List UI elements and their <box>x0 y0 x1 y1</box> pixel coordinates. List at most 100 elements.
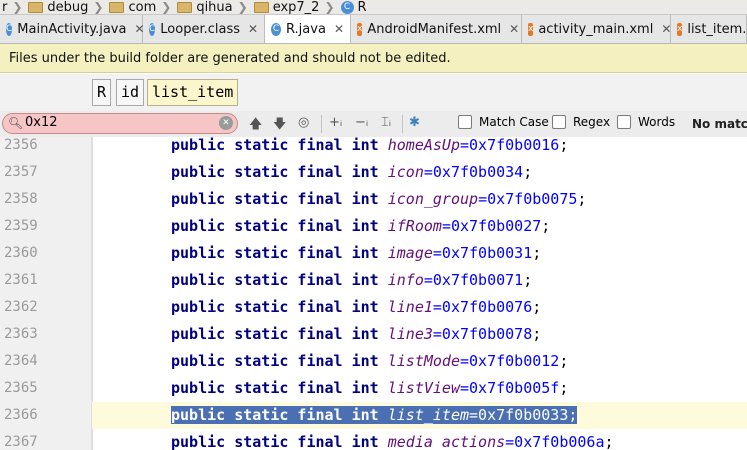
code-line[interactable]: 2357 public static final int icon=0x7f0b0… <box>0 159 747 186</box>
code-line[interactable]: 2364 public static final int listMode=0x7… <box>0 348 747 375</box>
code-statement: public static final int info=0x7f0b0071; <box>171 271 532 289</box>
find-all-icon[interactable]: ◎ <box>298 115 309 130</box>
chevron-right-icon: ❯ <box>93 0 104 14</box>
breadcrumb-item-debug[interactable]: debug ❯ <box>22 0 104 14</box>
folder-icon <box>253 1 269 13</box>
field-name: ifRoom <box>387 217 442 235</box>
code-keywords: public static final int <box>171 190 388 208</box>
search-icon[interactable]: 🔍︎ <box>8 116 23 130</box>
line-number: 2357 <box>4 164 38 180</box>
editor-tabs: C MainActivity.java ✕ C Looper.class ✕ C R.ja… <box>0 15 747 44</box>
code-statement: public static final int listView=0x7f0b0… <box>171 379 568 397</box>
line-number: 2365 <box>4 380 38 396</box>
line-number: 2358 <box>4 191 38 207</box>
code-statement: public static final int ifRoom=0x7f0b002… <box>171 217 550 235</box>
code-line[interactable]: 2366 public static final int list_item=0x… <box>0 402 747 429</box>
tab-label: AndroidManifest.xml <box>367 21 502 37</box>
close-icon[interactable]: ✕ <box>509 22 519 36</box>
checkbox-box <box>617 115 631 129</box>
code-line[interactable]: 2358 public static final int icon_group=0… <box>0 186 747 213</box>
field-value: =0x7f0b0071 <box>423 271 524 289</box>
search-value: 0x12 <box>25 115 58 130</box>
tab-label: MainActivity.java <box>17 21 127 37</box>
xml-file-icon: x <box>357 22 363 36</box>
code-keywords: public static final int <box>171 352 388 370</box>
arrow-up-icon[interactable]: 🡅 <box>249 115 262 137</box>
arrow-down-icon[interactable]: 🡇 <box>273 115 286 137</box>
tab-mainactivity[interactable]: C MainActivity.java ✕ <box>0 15 145 43</box>
folder-icon <box>177 1 193 13</box>
checkbox-box <box>458 115 472 129</box>
semicolon: ; <box>559 137 569 154</box>
field-value: =0x7f0b0033 <box>469 406 569 424</box>
line-number: 2363 <box>4 326 38 342</box>
close-icon[interactable]: ✕ <box>661 22 671 36</box>
code-keywords: public static final int <box>171 325 388 343</box>
tab-r-java[interactable]: C R.java ✕ <box>265 15 351 43</box>
semicolon: ; <box>541 217 551 235</box>
breadcrumb-label: qihua <box>196 0 233 15</box>
code-text: public static final int icon=0x7f0b0034; <box>171 159 532 186</box>
code-line[interactable]: 2363 public static final int line3=0x7f0b… <box>0 321 747 348</box>
semicolon: ; <box>523 163 533 181</box>
divider <box>321 115 322 133</box>
breadcrumb-item-exp7_2[interactable]: exp7_2 ❯ <box>248 0 335 15</box>
code-line[interactable]: 2367 public static final int media_action… <box>0 429 747 450</box>
breadcrumb-item-R[interactable]: CR <box>335 0 367 14</box>
code-text: public static final int listView=0x7f0b0… <box>171 375 568 402</box>
path-tag-id[interactable]: id <box>116 79 145 106</box>
settings-icon[interactable]: ✱ <box>409 115 420 130</box>
tab-label: list_item.x <box>687 21 747 37</box>
breadcrumb-label: exp7_2 <box>272 0 320 15</box>
select-all-occurrences-icon[interactable]: ⌶ᵢ <box>381 115 391 130</box>
regex-checkbox[interactable]: Regex <box>552 115 610 129</box>
code-keywords: public static final int <box>171 406 388 424</box>
code-statement: public static final int listMode=0x7f0b0… <box>171 352 568 370</box>
code-line[interactable]: 2362 public static final int line1=0x7f0b… <box>0 294 747 321</box>
add-occurrence-icon[interactable]: +ᵢ <box>329 115 342 130</box>
breadcrumb-item-qihua[interactable]: qihua ❯ <box>171 0 248 15</box>
field-value: =0x7f0b006a <box>505 433 605 450</box>
line-number: 2360 <box>4 245 38 261</box>
close-icon[interactable]: ✕ <box>248 22 258 36</box>
code-line[interactable]: 2361 public static final int info=0x7f0b0… <box>0 267 747 294</box>
path-tag-list-item[interactable]: list_item <box>147 79 239 106</box>
field-name: media_actions <box>387 433 506 450</box>
semicolon: ; <box>532 298 542 316</box>
generated-file-notice: Files under the build folder are generat… <box>0 44 747 73</box>
breadcrumb-item-com[interactable]: com ❯ <box>103 0 172 14</box>
code-editor[interactable]: 2356 public static final int homeAsUp=0x7… <box>0 137 747 450</box>
tab-looper[interactable]: C Looper.class ✕ <box>143 15 265 43</box>
element-path-bar: R id list_item <box>0 74 747 112</box>
tab-androidmanifest[interactable]: x AndroidManifest.xml ✕ <box>351 15 522 43</box>
path-tag-r[interactable]: R <box>92 79 112 106</box>
tab-list-item[interactable]: x list_item.x <box>671 15 747 43</box>
semicolon: ; <box>577 190 587 208</box>
chevron-right-icon: ❯ <box>161 0 172 14</box>
code-line[interactable]: 2365 public static final int listView=0x7… <box>0 375 747 402</box>
remove-occurrence-icon[interactable]: −ᵢ <box>355 115 368 130</box>
breadcrumb-item-r[interactable]: r ❯ <box>2 0 22 14</box>
match-case-checkbox[interactable]: Match Case <box>458 115 549 129</box>
tab-label: activity_main.xml <box>538 21 654 37</box>
code-text: public static final int icon_group=0x7f0… <box>171 186 586 213</box>
clear-icon[interactable]: ✕ <box>219 116 233 130</box>
chevron-right-icon: ❯ <box>324 0 335 14</box>
words-checkbox[interactable]: Words <box>617 115 675 129</box>
field-name: homeAsUp <box>387 137 460 154</box>
code-line[interactable]: 2359 public static final int ifRoom=0x7f0… <box>0 213 747 240</box>
field-name: listView <box>387 379 460 397</box>
code-text: public static final int media_actions=0x… <box>171 429 614 450</box>
code-keywords: public static final int <box>171 137 388 154</box>
code-line[interactable]: 2360 public static final int image=0x7f0b… <box>0 240 747 267</box>
tab-activity-main[interactable]: x activity_main.xml ✕ <box>522 15 671 43</box>
code-statement: public static final int homeAsUp=0x7f0b0… <box>171 137 568 154</box>
close-icon[interactable]: ✕ <box>334 22 344 36</box>
field-name: line1 <box>387 298 433 316</box>
code-keywords: public static final int <box>171 298 388 316</box>
search-input[interactable]: 🔍︎ 0x12 ✕ <box>2 113 238 134</box>
code-keywords: public static final int <box>171 271 388 289</box>
line-number: 2367 <box>4 434 38 450</box>
semicolon: ; <box>523 271 533 289</box>
code-line[interactable]: 2356 public static final int homeAsUp=0x7… <box>0 137 747 159</box>
